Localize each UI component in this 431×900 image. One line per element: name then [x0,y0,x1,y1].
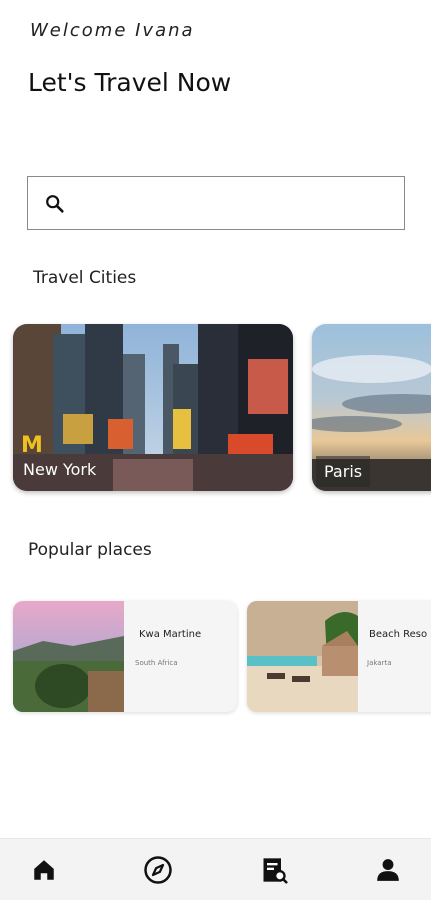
nav-home-button[interactable] [29,855,59,885]
popular-places-title: Popular places [28,540,152,560]
kwa-martine-image [13,601,124,712]
place-name: Beach Reso [369,629,428,640]
home-icon [34,860,54,880]
explore-icon [144,856,172,884]
city-label: New York [23,460,97,479]
place-card-beach-resort[interactable]: Beach Reso Jakarta [247,601,431,712]
svg-text:M: M [21,433,43,458]
nav-bookings-button[interactable] [259,855,289,885]
bookings-icon [263,858,288,884]
nav-profile-button[interactable] [373,855,403,885]
place-location: Jakarta [367,659,392,667]
profile-icon [377,859,399,881]
city-card-new-york[interactable]: M New York [13,324,293,491]
place-location: South Africa [135,659,178,667]
beach-resort-image [247,601,358,712]
travel-cities-title: Travel Cities [33,268,137,288]
welcome-text: Welcome Ivana [30,20,195,41]
search-input[interactable] [78,185,388,221]
place-name: Kwa Martine [139,629,202,640]
page-title: Let's Travel Now [28,68,232,97]
place-card-kwa-martine[interactable]: Kwa Martine South Africa [13,601,237,712]
city-label: Paris [316,456,371,487]
search-icon [44,193,66,215]
search-field[interactable] [27,176,405,230]
city-card-paris[interactable]: Paris [312,324,431,491]
bottom-navigation [0,838,431,900]
nav-explore-button[interactable] [143,855,173,885]
